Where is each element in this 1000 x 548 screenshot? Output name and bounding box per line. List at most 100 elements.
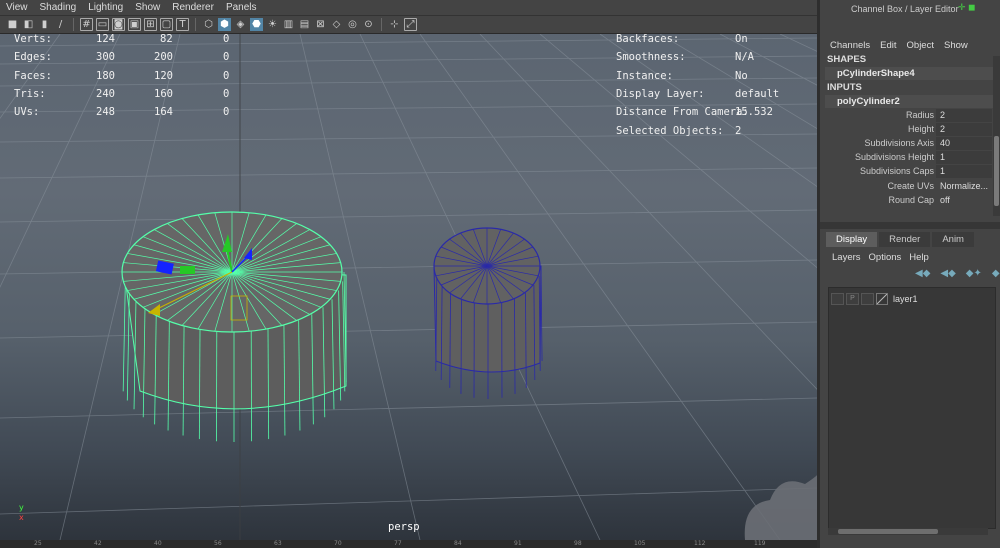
- gate-mask-icon[interactable]: ▣: [128, 18, 141, 31]
- menu-shading[interactable]: Shading: [40, 2, 77, 13]
- scrollbar-thumb[interactable]: [994, 136, 999, 206]
- attr-radius[interactable]: Radius 2: [820, 109, 992, 122]
- menu-object[interactable]: Object: [907, 40, 934, 51]
- attr-height[interactable]: Height 2: [820, 123, 992, 136]
- layer-name[interactable]: layer1: [893, 294, 918, 304]
- hud-value: No: [735, 70, 748, 82]
- layer-visibility-toggle[interactable]: [831, 293, 844, 305]
- frame-all-icon[interactable]: ⤢: [404, 18, 417, 31]
- wireframe-on-shaded-icon[interactable]: ◈: [234, 18, 247, 31]
- channel-box-scrollbar[interactable]: [993, 56, 1000, 216]
- menu-panels[interactable]: Panels: [226, 2, 257, 13]
- menu-help[interactable]: Help: [909, 252, 929, 263]
- safe-title-icon[interactable]: T: [176, 18, 189, 31]
- menu-view[interactable]: View: [6, 2, 28, 13]
- attr-value-field[interactable]: 40: [936, 137, 992, 150]
- attr-value-field[interactable]: off: [936, 194, 992, 207]
- toolbar-divider: [381, 18, 382, 31]
- layer-display-type-toggle[interactable]: [861, 293, 874, 305]
- texture-icon[interactable]: ▥: [282, 18, 295, 31]
- hud-value: 0: [223, 33, 230, 45]
- layer-playback-toggle[interactable]: P: [846, 293, 859, 305]
- safe-action-icon[interactable]: ▢: [160, 18, 173, 31]
- hud-value: N/A: [735, 51, 754, 63]
- hud-label: Selected Objects:: [616, 125, 724, 137]
- hud-label: Distance From Camera:: [616, 106, 749, 118]
- camera-icon[interactable]: ■: [6, 18, 19, 31]
- new-layer-selected-icon[interactable]: ◆✦: [992, 268, 1000, 279]
- menu-layers[interactable]: Layers: [832, 252, 861, 263]
- axis-indicator-y: y: [19, 503, 24, 512]
- xray-icon[interactable]: ⊠: [314, 18, 327, 31]
- tab-display[interactable]: Display: [826, 232, 878, 247]
- attr-subdivisions-height[interactable]: Subdivisions Height 1: [820, 151, 992, 164]
- shapes-header: SHAPES: [827, 54, 867, 65]
- time-slider[interactable]: 25 42 40 56 63 70 77 84 91 98 105 112 11…: [0, 540, 817, 548]
- attr-value-field[interactable]: 2: [936, 123, 992, 136]
- layer-editor-icons: ◀◆ ◀◆ ◆✦ ◆✦: [915, 268, 1000, 279]
- new-layer-icon[interactable]: ◆✦: [966, 268, 982, 279]
- menu-lighting[interactable]: Lighting: [88, 2, 123, 13]
- wireframe-cube-icon[interactable]: ⬡: [202, 18, 215, 31]
- menu-edit[interactable]: Edit: [880, 40, 896, 51]
- tab-render[interactable]: Render: [879, 232, 931, 247]
- menu-show[interactable]: Show: [944, 40, 968, 51]
- toolbar-divider: [73, 18, 74, 31]
- brush-icon[interactable]: /: [54, 18, 67, 31]
- attr-value-field[interactable]: 2: [936, 109, 992, 122]
- lighting-icon[interactable]: ⬣: [250, 18, 263, 31]
- manip-plane-x[interactable]: [180, 266, 195, 274]
- panel-splitter[interactable]: [820, 222, 1000, 229]
- resolve-icon[interactable]: ⊙: [362, 18, 375, 31]
- camera-attr-icon[interactable]: ◧: [22, 18, 35, 31]
- menu-show[interactable]: Show: [135, 2, 160, 13]
- cylinder-wireframe[interactable]: [433, 227, 543, 399]
- attr-label: Create UVs: [887, 181, 934, 191]
- backface-icon[interactable]: ◎: [346, 18, 359, 31]
- layer-list-scrollbar[interactable]: [828, 528, 988, 535]
- attr-create-uvs[interactable]: Create UVs Normalize...: [820, 180, 992, 193]
- grid-icon[interactable]: #: [80, 18, 93, 31]
- hud-uvs-row: UVs: 248 164 0: [14, 106, 229, 124]
- hud-value: 82: [160, 33, 173, 45]
- attr-subdivisions-axis[interactable]: Subdivisions Axis 40: [820, 137, 992, 150]
- hud-label: Faces:: [14, 70, 52, 82]
- menu-channels[interactable]: Channels: [830, 40, 870, 51]
- attr-value-field[interactable]: Normalize...: [936, 180, 992, 193]
- shadows-icon[interactable]: ☀: [266, 18, 279, 31]
- panel-corner-icons[interactable]: ✛ ◼: [958, 2, 976, 13]
- channel-box-layer-editor: Channel Box / Layer Editor ✛ ◼ Channels …: [817, 0, 1000, 548]
- hud-tris-row: Tris: 240 160 0: [14, 88, 229, 106]
- attr-round-cap[interactable]: Round Cap off: [820, 194, 992, 207]
- xray-joints-icon[interactable]: ◇: [330, 18, 343, 31]
- menu-options[interactable]: Options: [869, 252, 902, 263]
- input-node-item[interactable]: polyCylinder2: [825, 95, 997, 108]
- bookmark-icon[interactable]: ▮: [38, 18, 51, 31]
- attr-value-field[interactable]: 1: [936, 165, 992, 178]
- layer-color-swatch-icon[interactable]: [876, 293, 888, 305]
- hud-display-layer-row: Display Layer: default: [616, 88, 816, 106]
- layer-row[interactable]: P layer1: [831, 292, 993, 306]
- field-chart-icon[interactable]: ⊞: [144, 18, 157, 31]
- menu-renderer[interactable]: Renderer: [172, 2, 214, 13]
- move-layer-down-icon[interactable]: ◀◆: [940, 268, 955, 279]
- camera-grid-icon[interactable]: ⊹: [388, 18, 401, 31]
- hud-instance-row: Instance: No: [616, 70, 816, 88]
- time-tick: 112: [694, 540, 706, 547]
- scrollbar-thumb[interactable]: [838, 529, 938, 534]
- layer-list: P layer1: [828, 287, 996, 529]
- time-tick: 77: [394, 540, 402, 547]
- attr-label: Subdivisions Height: [854, 152, 934, 162]
- move-layer-up-icon[interactable]: ◀◆: [915, 268, 930, 279]
- attr-subdivisions-caps[interactable]: Subdivisions Caps 1: [820, 165, 992, 178]
- attr-value-field[interactable]: 1: [936, 151, 992, 164]
- time-tick: 40: [154, 540, 162, 547]
- isolate-select-icon[interactable]: ▤: [298, 18, 311, 31]
- film-gate-icon[interactable]: ▭: [96, 18, 109, 31]
- cylinder-selected[interactable]: [121, 211, 347, 442]
- viewport-panel[interactable]: View Shading Lighting Show Renderer Pane…: [0, 0, 817, 548]
- smooth-shade-icon[interactable]: ⬢: [218, 18, 231, 31]
- tab-anim[interactable]: Anim: [932, 232, 974, 247]
- resolution-gate-icon[interactable]: ◙: [112, 18, 125, 31]
- shape-node-item[interactable]: pCylinderShape4: [825, 67, 997, 80]
